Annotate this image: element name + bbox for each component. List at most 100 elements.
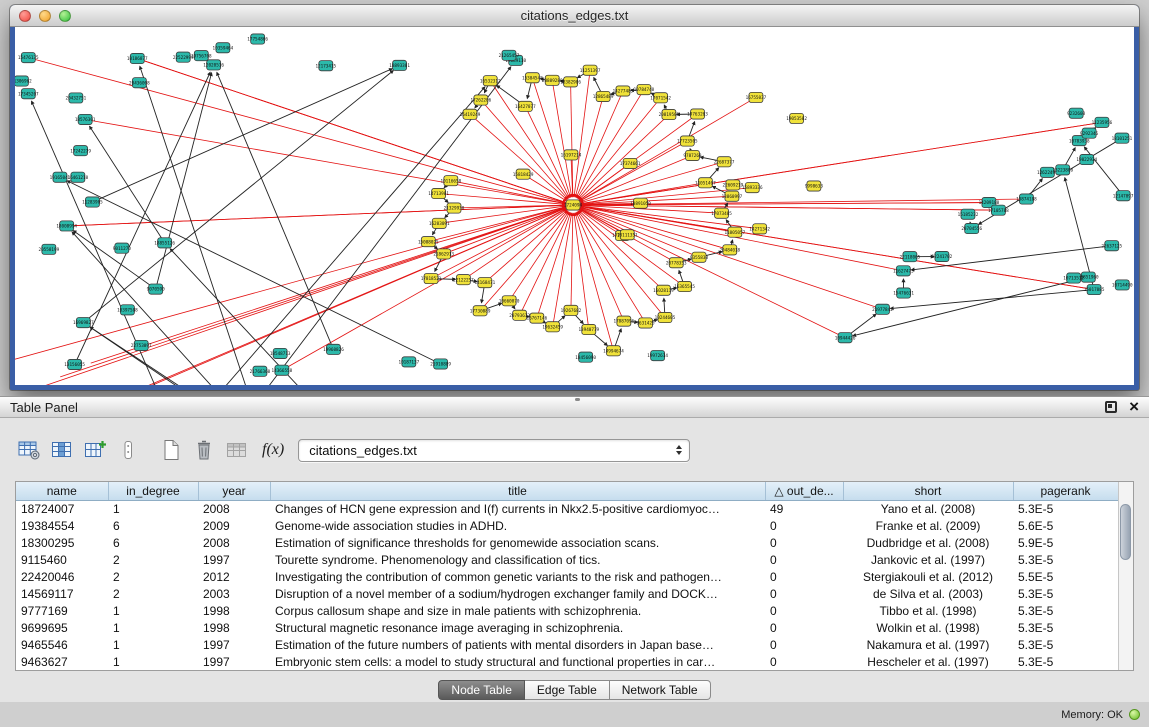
graph-node[interactable]: 18576301 [75, 114, 96, 124]
graph-node[interactable]: 17073405 [711, 208, 732, 218]
graph-node[interactable]: 18893301 [389, 60, 410, 70]
table-panel-header[interactable]: Table Panel × [0, 397, 1149, 418]
graph-node[interactable]: 21329930 [444, 203, 465, 213]
delete-columns-icon[interactable] [114, 436, 142, 464]
delete-rows-icon[interactable] [190, 436, 218, 464]
graph-node[interactable]: 19165041 [50, 172, 71, 182]
graph-node[interactable]: 12173415 [315, 61, 336, 71]
graph-node[interactable]: 12865489 [593, 91, 614, 101]
column-header-name[interactable]: name [16, 482, 108, 500]
graph-node[interactable]: 10187137 [399, 357, 420, 367]
graph-node[interactable]: 20484018 [719, 245, 740, 255]
table-row[interactable]: 1830029562008Estimation of significance … [16, 534, 1118, 551]
graph-node[interactable]: 19053582 [786, 113, 807, 123]
graph-node[interactable]: 22637125 [1101, 241, 1122, 251]
graph-node[interactable]: 21910889 [430, 359, 451, 369]
graph-node[interactable]: 16365545 [674, 281, 695, 291]
graph-node[interactable]: 19632459 [542, 322, 563, 332]
column-header-short[interactable]: short [843, 482, 1013, 500]
graph-node[interactable]: 22122257 [453, 275, 474, 285]
graph-node[interactable]: 17071542 [650, 93, 671, 103]
graph-node[interactable]: 22118065 [900, 252, 921, 262]
graph-node[interactable]: 11051467 [695, 178, 716, 188]
graph-node[interactable]: 18111351 [617, 230, 638, 240]
graph-node[interactable]: 20436008 [129, 78, 150, 88]
graph-node[interactable]: 15088025 [418, 237, 439, 247]
graph-node[interactable]: 15476631 [893, 288, 914, 298]
graph-node[interactable]: 10116658 [440, 176, 461, 186]
graph-node[interactable]: 11235956 [1092, 117, 1113, 127]
graph-node[interactable]: 18008994 [56, 221, 77, 231]
graph-node[interactable]: 11005057 [725, 227, 746, 237]
table-row[interactable]: 911546021997Tourette syndrome. Phenomeno… [16, 551, 1118, 568]
float-panel-icon[interactable] [1105, 401, 1117, 413]
graph-node[interactable]: 14168471 [475, 278, 496, 288]
graph-node[interactable]: 13156055 [64, 359, 85, 369]
graph-node[interactable]: 10714490 [1112, 280, 1133, 290]
graph-node[interactable]: 17723505 [677, 136, 698, 146]
graph-node[interactable]: 21862913 [433, 249, 454, 259]
graph-node[interactable]: 10891050 [630, 198, 651, 208]
graph-node[interactable]: 17345207 [18, 89, 39, 99]
graph-node[interactable]: 18382906 [560, 77, 581, 87]
table-row[interactable]: 977716911998Corpus callosum shape and si… [16, 602, 1118, 619]
graph-node[interactable]: 11251397 [580, 65, 601, 75]
graph-node[interactable]: 19960826 [323, 344, 344, 354]
graph-node[interactable]: 14366558 [272, 365, 293, 375]
graph-node[interactable]: 16197214 [561, 150, 582, 160]
graph-node[interactable]: 10244605 [655, 312, 676, 322]
graph-node[interactable]: 19756708 [191, 51, 212, 61]
close-window-button[interactable] [19, 10, 31, 22]
graph-node[interactable]: 10660070 [499, 296, 520, 306]
table-row[interactable]: 969969511998Structural magnetic resonanc… [16, 619, 1118, 636]
column-header-out-de-[interactable]: △ out_de... [765, 482, 843, 500]
graph-node[interactable]: 19022934 [1076, 154, 1097, 164]
graph-node[interactable]: 17105788 [988, 205, 1009, 215]
graph-node[interactable]: 9011270 [113, 243, 131, 253]
graph-node[interactable]: 17374661 [620, 158, 641, 168]
graph-node[interactable]: 13940779 [578, 324, 599, 334]
graph-node[interactable]: 11306962 [15, 76, 32, 86]
graph-node[interactable]: 9292346 [1080, 128, 1098, 138]
show-columns-icon[interactable] [48, 436, 76, 464]
graph-node[interactable]: 16755037 [746, 92, 767, 102]
graph-node[interactable]: 22687377 [714, 157, 735, 167]
graph-node[interactable]: 9787269 [683, 150, 701, 160]
graph-node[interactable]: 10397588 [117, 305, 138, 315]
import-table-icon[interactable] [223, 436, 251, 464]
table-scrollbar[interactable] [1118, 482, 1133, 670]
graph-node[interactable]: 21977842 [872, 304, 893, 314]
graph-node[interactable]: 14277485 [613, 86, 634, 96]
window-titlebar[interactable]: citations_edges.txt [10, 5, 1139, 27]
graph-node[interactable]: 21766360 [250, 366, 271, 376]
graph-node[interactable]: 16461210 [68, 172, 89, 182]
column-header-pagerank[interactable]: pagerank [1013, 482, 1118, 500]
graph-node[interactable]: 19267682 [561, 305, 582, 315]
graph-node[interactable]: 18548713 [270, 348, 291, 358]
tab-node-table[interactable]: Node Table [438, 680, 525, 700]
graph-node[interactable]: 13874188 [1016, 194, 1037, 204]
tab-edge-table[interactable]: Edge Table [525, 680, 610, 700]
graph-node[interactable]: 20704556 [961, 223, 982, 233]
table-row[interactable]: 946362711997Embryonic stem cells: a mode… [16, 653, 1118, 670]
graph-node[interactable]: 10359464 [213, 43, 234, 53]
graph-node[interactable]: 12147097 [1113, 191, 1134, 201]
new-row-icon[interactable] [157, 436, 185, 464]
table-row[interactable]: 2242004622012Investigating the contribut… [16, 568, 1118, 585]
graph-node[interactable]: 17887096 [614, 316, 635, 326]
graph-node[interactable]: 9355830 [690, 252, 708, 262]
graph-node[interactable]: 22753097 [131, 340, 152, 350]
graph-node[interactable]: 13860997 [722, 191, 743, 201]
table-row[interactable]: 1938455462009Genome-wide association stu… [16, 517, 1118, 534]
graph-node[interactable]: 12241702 [932, 251, 953, 261]
graph-node[interactable]: 13223808 [1052, 165, 1073, 175]
graph-node[interactable]: 20558199 [39, 244, 60, 254]
zoom-window-button[interactable] [59, 10, 71, 22]
graph-node[interactable]: 20793613 [509, 310, 530, 320]
new-column-icon[interactable] [81, 436, 109, 464]
graph-node[interactable]: 19763263 [687, 109, 708, 119]
graph-node[interactable]: 20819505 [659, 109, 680, 119]
graph-node[interactable]: 1724094 [564, 200, 582, 210]
graph-node[interactable]: 16969827 [73, 317, 94, 327]
table-select-dropdown[interactable]: citations_edges.txt [298, 439, 690, 462]
